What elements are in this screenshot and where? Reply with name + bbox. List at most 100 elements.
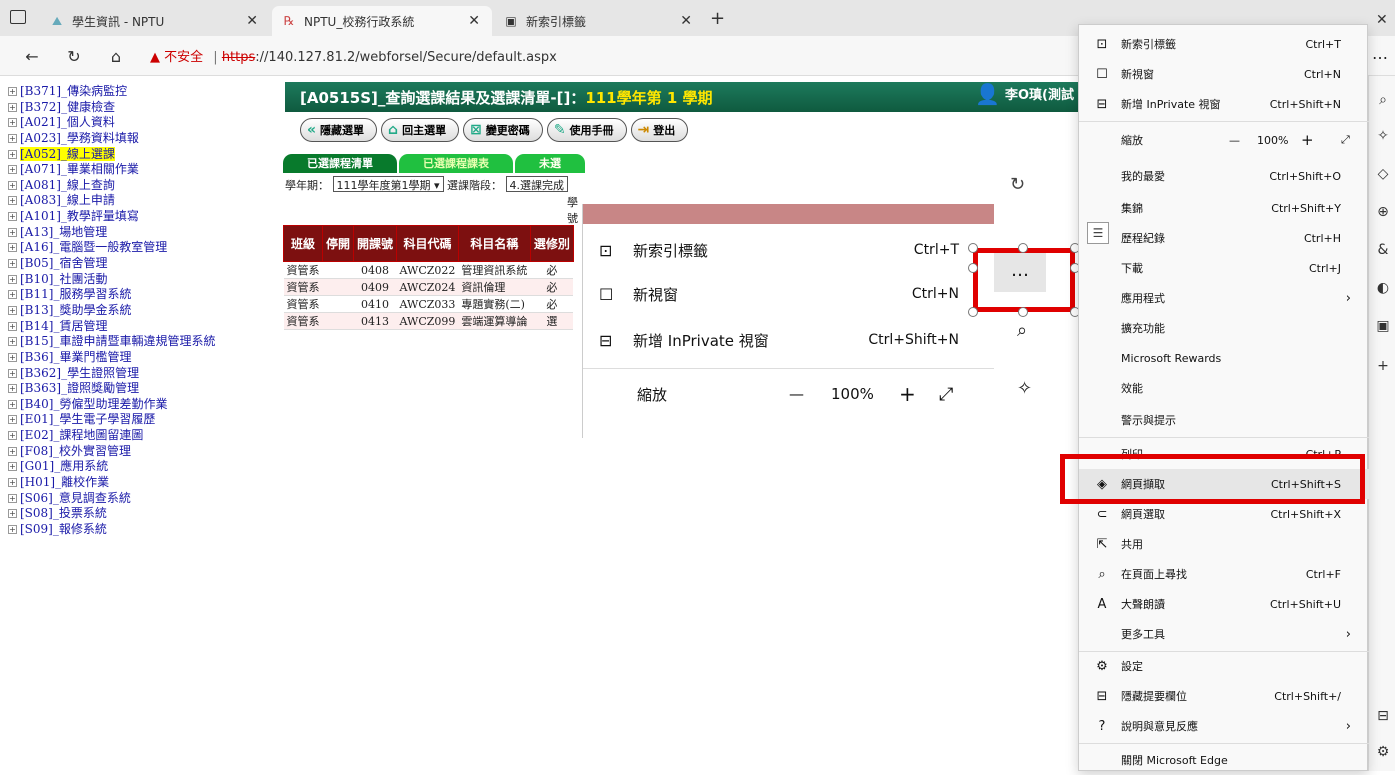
back-icon[interactable]: ← [20,44,44,68]
year-label: 學年期： [285,179,329,192]
tab-nptu-admin[interactable]: ℞ NPTU_校務行政系統 ✕ [272,6,492,36]
menu-rewards[interactable]: Microsoft Rewards [1079,343,1369,373]
menu-extensions[interactable]: 擴充功能 [1079,313,1369,343]
tree-item[interactable]: + [S09]_報修系統 [8,522,278,538]
office-icon[interactable]: ◐ [1373,278,1393,298]
menu-label: 新增 InPrivate 視窗 [1121,98,1221,111]
tree-item[interactable]: + [B371]_傳染病監控 [8,84,278,100]
tree-item[interactable]: + [B10]_社團活動 [8,272,278,288]
zoom-out-icon[interactable]: — [1229,134,1240,147]
tree-item[interactable]: + [A071]_畢業相關作業 [8,162,278,178]
tree-item[interactable]: + [B13]_獎助學金系統 [8,303,278,319]
tree-item[interactable]: + [A13]_場地管理 [8,225,278,241]
double-chevron-left-icon: « [307,122,317,138]
manual-button[interactable]: ✎ 使用手冊 [546,118,627,142]
tree-item[interactable]: + [B05]_宿舍管理 [8,256,278,272]
main-menu-button[interactable]: ⌂ 回主選單 [381,118,460,142]
tree-item[interactable]: + [H01]_離校作業 [8,475,278,491]
tree-item[interactable]: + [B362]_學生證照管理 [8,366,278,382]
tab-course-list[interactable]: 已選課程清單 [283,154,397,173]
refresh-icon[interactable]: ↻ [62,44,86,68]
menu-hide-sidebar[interactable]: ⊟ 隱藏提要欄位 Ctrl+Shift+/ [1079,681,1369,711]
menu-collections[interactable]: 集錦 Ctrl+Shift+Y [1079,193,1369,223]
action-buttons: «隱藏選單 ⌂ 回主選單 ⊠ 變更密碼 ✎ 使用手冊 ⇥ 登出 [300,118,689,142]
tree-item[interactable]: + [S08]_投票系統 [8,506,278,522]
tab-unselected[interactable]: 未選 [515,154,585,173]
menu-settings[interactable]: ⚙ 設定 [1079,651,1369,681]
tree-item[interactable]: + [B11]_服務學習系統 [8,287,278,303]
tree-item[interactable]: + [B14]_賃居管理 [8,319,278,335]
menu-alerts[interactable]: 警示與提示 [1079,405,1369,435]
tree-item[interactable]: + [A023]_學務資料填報 [8,131,278,147]
table-row: 資管系 0410 AWCZ033 專題實務(二) 必 [283,295,574,313]
tree-item[interactable]: + [B15]_車證申請暨車輛違規管理系統 [8,334,278,350]
menu-shortcut: Ctrl+Shift+O [1269,169,1341,183]
search-icon[interactable]: ⌕ [1373,90,1393,110]
menu-performance[interactable]: 效能 [1079,373,1369,403]
tree-item[interactable]: + [E01]_學生電子學習履歷 [8,412,278,428]
menu-inprivate[interactable]: ⊟ 新增 InPrivate 視窗 Ctrl+Shift+N [1079,89,1369,119]
zoom-in-icon[interactable]: + [1301,131,1314,149]
menu-label: 下載 [1121,262,1143,275]
tab-new[interactable]: ▣ 新索引標籤 ✕ [494,6,704,36]
tab-actions-icon[interactable] [10,10,26,24]
inprivate-icon: ⊟ [1096,96,1108,112]
outlook-icon[interactable]: ▣ [1373,316,1393,336]
fullscreen-icon[interactable]: ⤢ [1341,133,1350,147]
tree-item[interactable]: + [A083]_線上申請 [8,193,278,209]
inset-zoom-label: 縮放 [637,385,668,404]
menu-read-aloud[interactable]: A 大聲朗讀 Ctrl+Shift+U [1079,589,1369,619]
menu-new-tab[interactable]: ⊡ 新索引標籤 Ctrl+T [1079,29,1369,59]
tree-item[interactable]: + [F08]_校外實習管理 [8,444,278,460]
tree-item[interactable]: + [B36]_畢業門檻管理 [8,350,278,366]
add-tab-icon[interactable]: + [710,8,725,29]
hide-sidebar-icon[interactable]: ⊟ [1373,706,1393,726]
menu-favorites[interactable]: 我的最愛 Ctrl+Shift+O [1079,161,1369,191]
more-icon[interactable]: … [1372,44,1388,63]
tag-icon[interactable]: ◇ [1373,164,1393,184]
tree-item[interactable]: + [B363]_證照獎勵管理 [8,381,278,397]
tree-item-selected[interactable]: + [A052]_線上選課 [8,146,278,163]
add-icon[interactable]: + [1373,356,1393,376]
close-tab-icon[interactable]: ✕ [246,13,258,29]
close-tab-icon[interactable]: ✕ [468,13,480,29]
stage-select[interactable]: 4.選課完成 [505,176,569,192]
menu-more-tools[interactable]: 更多工具 › [1079,619,1369,649]
menu-share[interactable]: ⇱ 共用 [1079,529,1369,559]
menu-shortcut: Ctrl+Shift+U [1269,597,1341,611]
tree-item[interactable]: + [B40]_勞僱型助理差勤作業 [8,397,278,413]
menu-downloads[interactable]: 下載 Ctrl+J [1079,253,1369,283]
hide-menu-button[interactable]: «隱藏選單 [300,118,378,142]
menu-label: 新視窗 [1121,68,1154,81]
logout-button[interactable]: ⇥ 登出 [630,118,689,142]
window-close-icon[interactable]: ✕ [1376,12,1388,28]
security-warning[interactable]: ▲ 不安全 [150,50,203,65]
tree-item[interactable]: + [A021]_個人資料 [8,115,278,131]
briefcase-icon[interactable]: ⊕ [1373,202,1393,222]
menu-zoom: 縮放 — 100% + ⤢ [1079,125,1369,155]
user-avatar-icon: 👤 [975,82,1000,106]
menu-apps[interactable]: 應用程式 › [1079,283,1369,313]
tree-item[interactable]: + [A101]_教學評量填寫 [8,209,278,225]
people-icon[interactable]: & [1373,240,1393,260]
tree-item[interactable]: + [G01]_應用系統 [8,459,278,475]
tab-course-schedule[interactable]: 已選課程課表 [399,154,513,173]
tree-item[interactable]: + [E02]_課程地圖留連圖 [8,428,278,444]
settings-icon[interactable]: ⚙ [1373,742,1393,762]
menu-help[interactable]: ? 說明與意見反應 › [1079,711,1369,741]
cell: 0409 [353,278,397,296]
url-field[interactable]: ▲ 不安全 | https://140.127.81.2/webforsel/S… [150,46,557,65]
sparkle-icon[interactable]: ✧ [1373,126,1393,146]
close-tab-icon[interactable]: ✕ [680,13,692,29]
tree-item[interactable]: + [B372]_健康檢查 [8,100,278,116]
tab-nptu-student[interactable]: ⛰ 學生資訊 - NPTU ✕ [40,6,270,36]
year-select[interactable]: 111學年度第1學期 ▾ [332,176,444,192]
menu-new-window[interactable]: ☐ 新視窗 Ctrl+N [1079,59,1369,89]
tree-item[interactable]: + [S06]_意見調查系統 [8,491,278,507]
tree-item[interactable]: + [A081]_線上查詢 [8,178,278,194]
tree-item[interactable]: + [A16]_電腦暨一般教室管理 [8,240,278,256]
menu-history[interactable]: 歷程紀錄 Ctrl+H [1079,223,1369,253]
menu-find[interactable]: ⌕ 在頁面上尋找 Ctrl+F [1079,559,1369,589]
home-icon[interactable]: ⌂ [104,44,128,68]
change-password-button[interactable]: ⊠ 變更密碼 [463,118,543,142]
